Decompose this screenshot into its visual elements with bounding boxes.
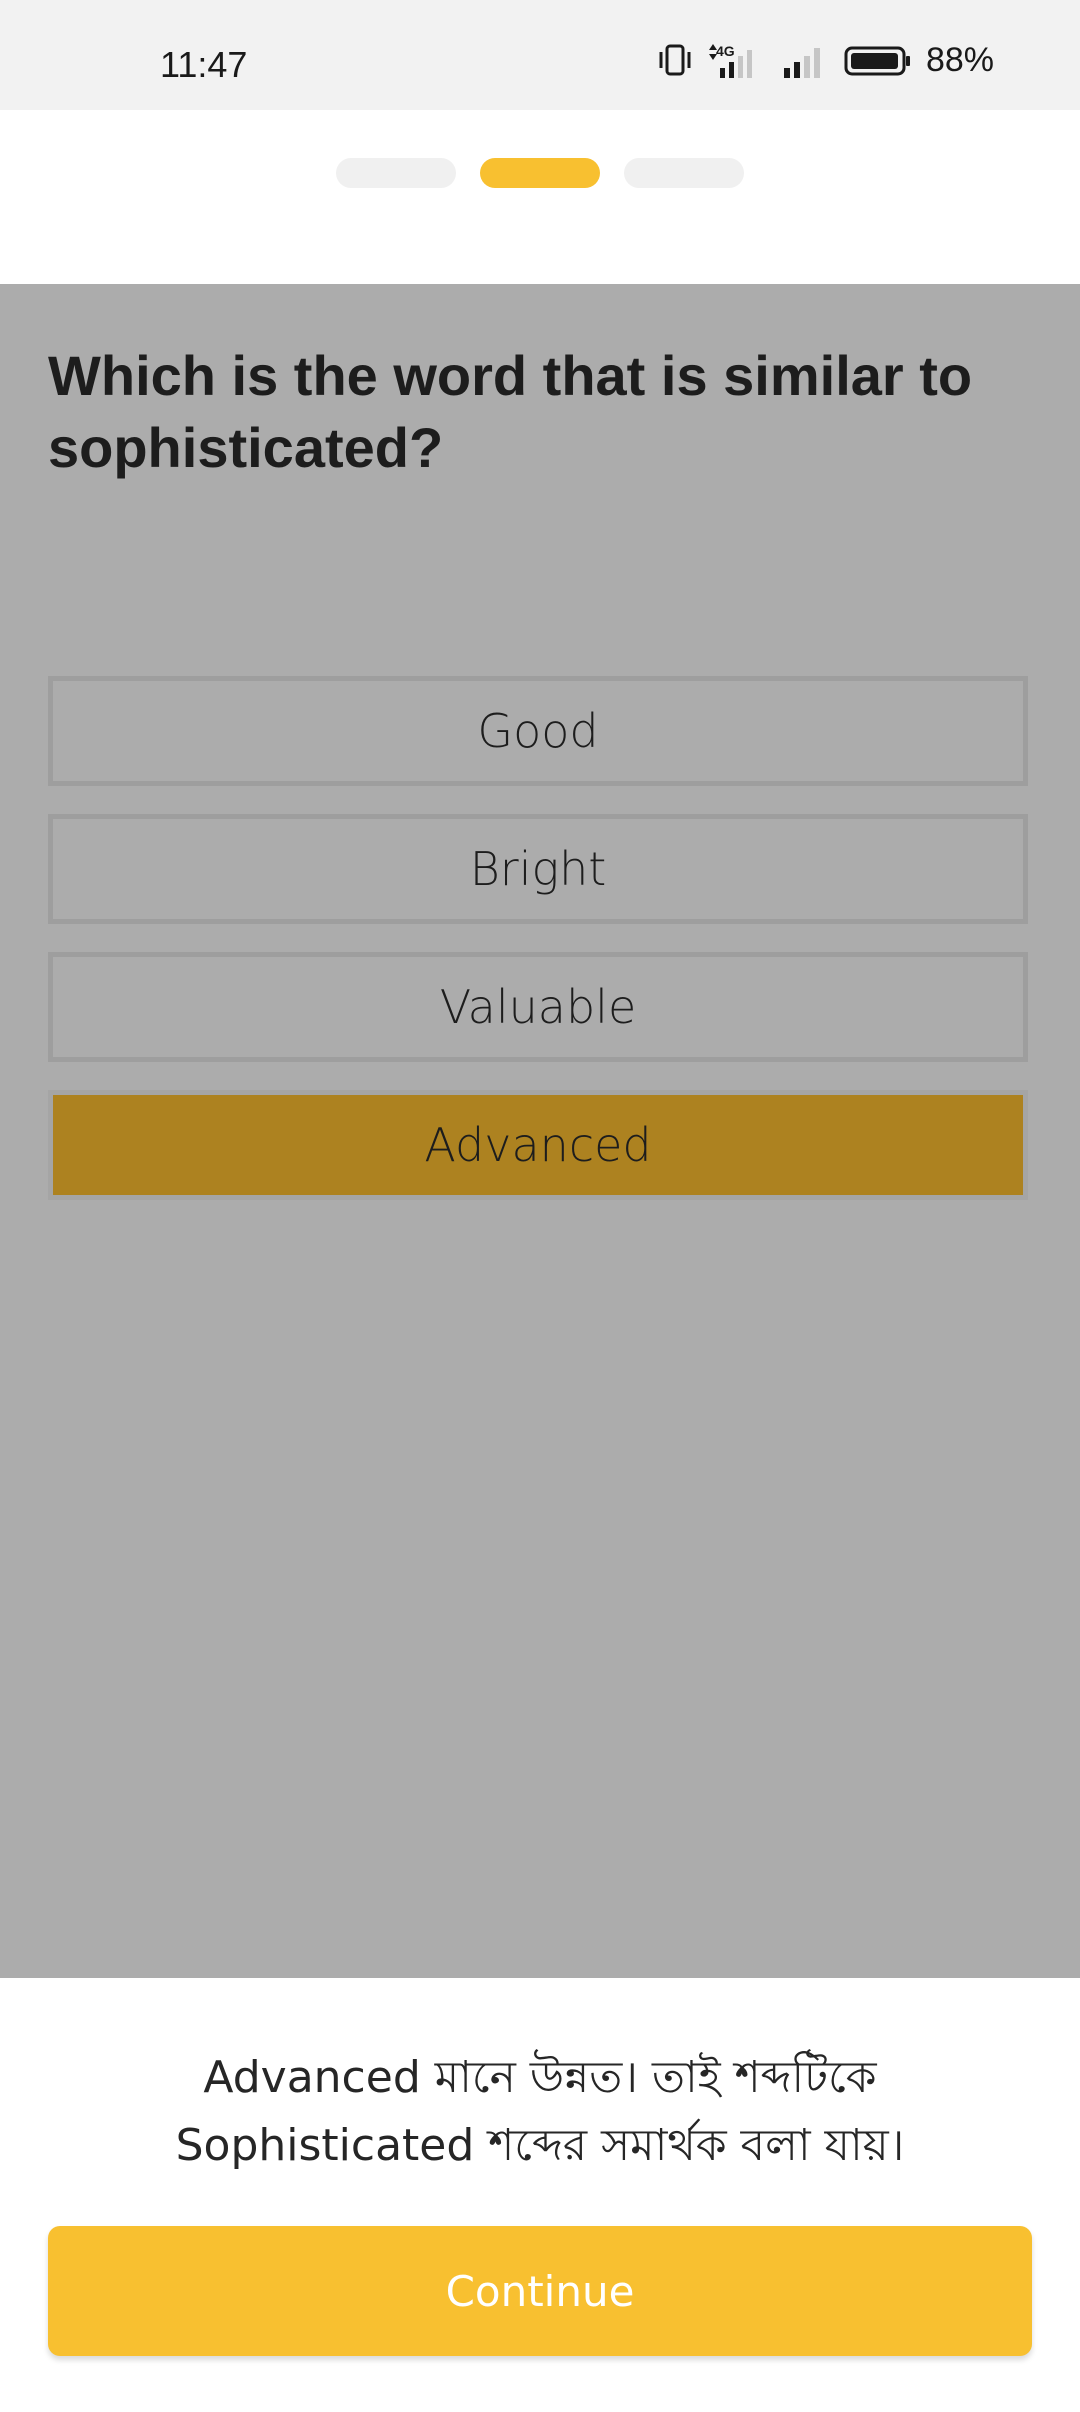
signal-icon [783,48,820,78]
explanation-line-2: Sophisticated শব্দের সমার্থক বলা যায়। [175,2120,905,2171]
vibrate-icon [659,44,691,76]
option-good[interactable]: Good [48,676,1028,786]
progress-step-2-active [480,158,600,188]
status-icons: 4G 88% [658,40,994,80]
progress-step-3 [624,158,744,188]
battery-percentage: 88% [925,40,994,79]
svg-text:4G: 4G [716,43,735,59]
progress-step-1 [336,158,456,188]
question-text: Which is the word that is similar to sop… [48,344,973,479]
explanation-line-1: Advanced মানে উন্নত। তাই শব্দটিকে [203,2052,877,2103]
status-bar: 11:47 4G 88% [0,0,1080,110]
continue-button[interactable]: Continue [48,2226,1032,2356]
option-bright[interactable]: Bright [48,814,1028,924]
explanation-text: Advanced মানে উন্নত। তাই শব্দটিকে Sophis… [60,2044,1020,2180]
network-4g-icon: 4G [708,43,752,78]
status-time: 11:47 [160,44,248,85]
progress-indicator [0,110,1080,284]
battery-icon [844,46,910,76]
option-advanced-selected[interactable]: Advanced [48,1090,1028,1200]
option-valuable[interactable]: Valuable [48,952,1028,1062]
